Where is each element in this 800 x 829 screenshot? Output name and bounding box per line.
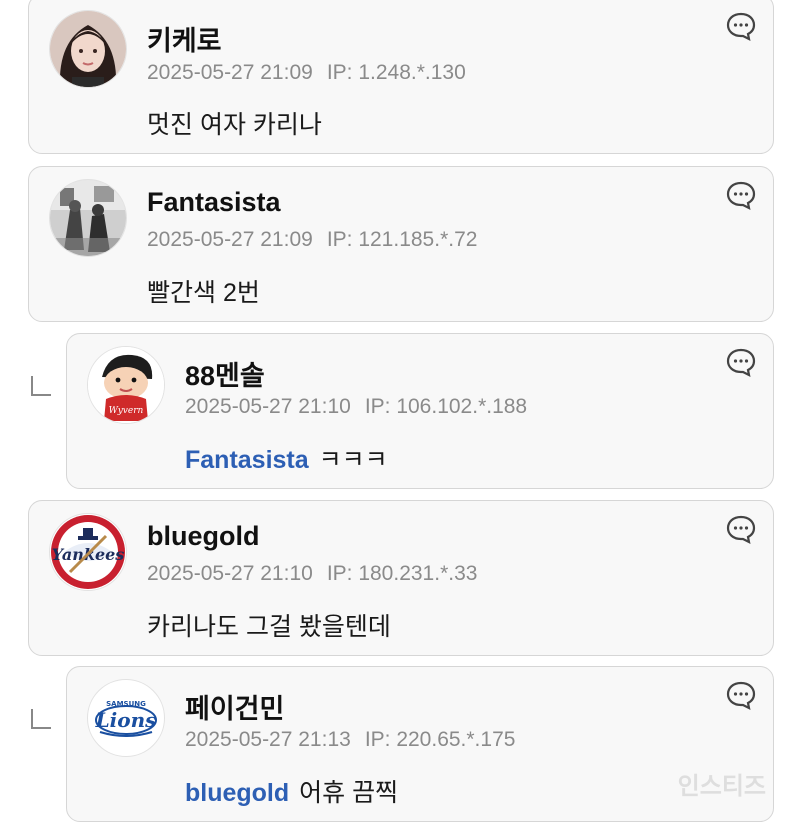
comment-card: Yankees bluegold 2025-05-27 21:10 IP: 180… — [28, 500, 774, 656]
comment-author[interactable]: 키케로 — [147, 19, 222, 58]
reply-bubble-icon[interactable] — [726, 347, 756, 377]
svg-text:Wyvern: Wyvern — [109, 406, 144, 416]
comment-date: 2025-05-27 21:09 — [147, 61, 313, 84]
svg-text:Lions: Lions — [95, 708, 157, 732]
comment-ip: IP: 220.65.*.175 — [364, 728, 516, 751]
comment-ip: IP: 180.231.*.33 — [326, 562, 478, 585]
cartoon-boy-avatar[interactable]: Wyvern — [87, 346, 165, 424]
svg-text:SAMSUNG: SAMSUNG — [106, 700, 146, 708]
comment-ip: IP: 106.102.*.188 — [364, 395, 528, 418]
comment-date: 2025-05-27 21:10 — [147, 562, 313, 585]
comment-meta: 2025-05-27 21:09 IP: 121.185.*.72 — [147, 228, 477, 252]
reply-bubble-icon[interactable] — [726, 514, 756, 544]
comment-card: Fantasista 2025-05-27 21:09 IP: 121.185.*… — [28, 166, 774, 322]
comment-date: 2025-05-27 21:13 — [185, 728, 351, 751]
comment-text: bluegold 어휴 끔찍 — [185, 773, 398, 809]
reply-indent-icon — [30, 708, 52, 730]
yankees-logo-avatar[interactable]: Yankees — [49, 513, 127, 591]
reply-bubble-icon[interactable] — [726, 180, 756, 210]
site-watermark: 인스티즈 — [677, 773, 766, 800]
reply-card: Wyvern 88멘솔 2025-05-27 21:10 IP: 106.102.… — [66, 333, 774, 489]
reply-bubble-icon[interactable] — [726, 680, 756, 710]
mention-link[interactable]: Fantasista — [185, 446, 309, 474]
comment-meta: 2025-05-27 21:10 IP: 106.102.*.188 — [185, 395, 527, 419]
lions-logo-avatar[interactable]: SAMSUNG Lions — [87, 679, 165, 757]
comment-meta: 2025-05-27 21:09 IP: 1.248.*.130 — [147, 61, 466, 85]
comment-author[interactable]: 페이건민 — [185, 687, 284, 726]
reply-indent-icon — [30, 375, 52, 397]
comment-author[interactable]: bluegold — [147, 521, 259, 552]
comment-card: 키케로 2025-05-27 21:09 IP: 1.248.*.130 멋진 여… — [28, 0, 774, 154]
reply-text: 어휴 끔찍 — [299, 779, 399, 807]
comment-date: 2025-05-27 21:09 — [147, 228, 313, 251]
mention-link[interactable]: bluegold — [185, 779, 289, 807]
comment-ip: IP: 121.185.*.72 — [326, 228, 478, 251]
comment-text: Fantasista ㅋㅋㅋ — [185, 440, 388, 476]
comment-meta: 2025-05-27 21:13 IP: 220.65.*.175 — [185, 728, 515, 752]
reply-text: ㅋㅋㅋ — [318, 446, 388, 474]
comment-date: 2025-05-27 21:10 — [185, 395, 351, 418]
comment-author[interactable]: 88멘솔 — [185, 354, 265, 393]
comment-author[interactable]: Fantasista — [147, 187, 281, 218]
woman-portrait-avatar[interactable] — [49, 10, 127, 88]
comment-text: 카리나도 그걸 봤을텐데 — [147, 613, 391, 641]
comment-text: 멋진 여자 카리나 — [147, 111, 322, 139]
reply-card: SAMSUNG Lions 페이건민 2025-05-27 21:13 IP: 2… — [66, 666, 774, 822]
black-and-white-photo-avatar[interactable] — [49, 179, 127, 257]
comment-ip: IP: 1.248.*.130 — [326, 61, 466, 84]
comment-text: 빨간색 2번 — [147, 279, 260, 307]
comment-meta: 2025-05-27 21:10 IP: 180.231.*.33 — [147, 562, 477, 586]
reply-bubble-icon[interactable] — [726, 11, 756, 41]
